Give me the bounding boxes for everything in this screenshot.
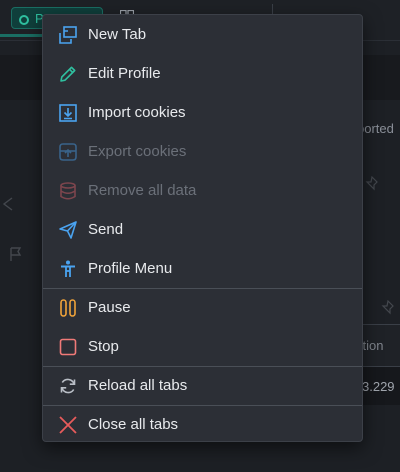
- send-icon: [58, 220, 78, 240]
- menu-item-label: Remove all data: [88, 182, 197, 199]
- menu-item-edit-profile[interactable]: Edit Profile: [43, 55, 362, 93]
- pin-icon: [381, 300, 394, 315]
- chevron-left-icon: [2, 197, 13, 211]
- menu-item-label: Send: [88, 221, 124, 238]
- import-icon: [58, 103, 78, 123]
- background-text-value: 3.229: [362, 379, 395, 394]
- menu-item-close-all-tabs[interactable]: Close all tabs: [43, 406, 362, 441]
- menu-item-label: Profile Menu: [88, 260, 173, 277]
- menu-item-import-cookies[interactable]: Import cookies: [43, 94, 362, 132]
- flag-icon: [10, 247, 22, 261]
- person-icon: [58, 259, 78, 279]
- database-icon: [58, 181, 78, 201]
- menu-item-stop[interactable]: Stop: [43, 328, 362, 366]
- menu-item-label: Stop: [88, 338, 119, 355]
- menu-item-profile-menu[interactable]: Profile Menu: [43, 250, 362, 288]
- menu-item-reload-all-tabs[interactable]: Reload all tabs: [43, 367, 362, 405]
- pin-icon: [365, 176, 378, 191]
- menu-item-label: Reload all tabs: [88, 377, 188, 394]
- stop-icon: [58, 337, 78, 357]
- menu-item-label: Export cookies: [88, 143, 187, 160]
- menu-item-label: New Tab: [88, 26, 147, 43]
- menu-item-pause[interactable]: Pause: [43, 289, 362, 327]
- pencil-icon: [58, 64, 78, 84]
- menu-item-remove-all-data: Remove all data: [43, 172, 362, 210]
- close-icon: [58, 415, 78, 435]
- menu-item-label: Edit Profile: [88, 65, 161, 82]
- app-window: Pr... ported ction 3.229: [0, 0, 400, 472]
- menu-item-send[interactable]: Send: [43, 211, 362, 249]
- menu-item-label: Import cookies: [88, 104, 186, 121]
- menu-item-export-cookies: Export cookies: [43, 133, 362, 171]
- status-dot-icon: [19, 14, 29, 25]
- menu-item-label: Pause: [88, 299, 131, 316]
- new-tab-icon: [58, 25, 78, 45]
- profile-context-menu: New Tab Edit Profile Import cookies Expo…: [42, 14, 363, 442]
- menu-item-new-tab[interactable]: New Tab: [43, 16, 362, 54]
- menu-item-label: Close all tabs: [88, 416, 179, 433]
- reload-icon: [58, 376, 78, 396]
- export-icon: [58, 142, 78, 162]
- pause-icon: [58, 298, 78, 318]
